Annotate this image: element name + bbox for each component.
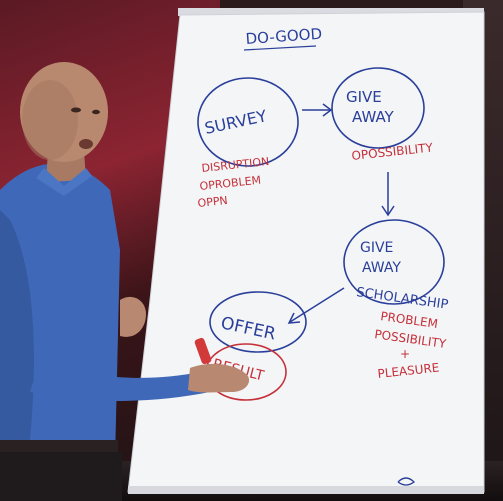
red-marker: [194, 337, 212, 365]
eye-left: [92, 109, 100, 115]
belt: [0, 440, 118, 454]
presenter: [0, 62, 250, 501]
mouth: [79, 139, 93, 149]
trousers: [0, 452, 122, 501]
head-shadow: [22, 80, 78, 160]
shirt-sleeve-arm: [30, 360, 210, 401]
photo-scene: DO-GOOD SURVEY GIVE AWAY DISRUPTION OPRO…: [0, 0, 503, 501]
eye-right: [71, 107, 81, 113]
hand-gesture: [188, 363, 250, 393]
hand-left: [120, 296, 146, 337]
